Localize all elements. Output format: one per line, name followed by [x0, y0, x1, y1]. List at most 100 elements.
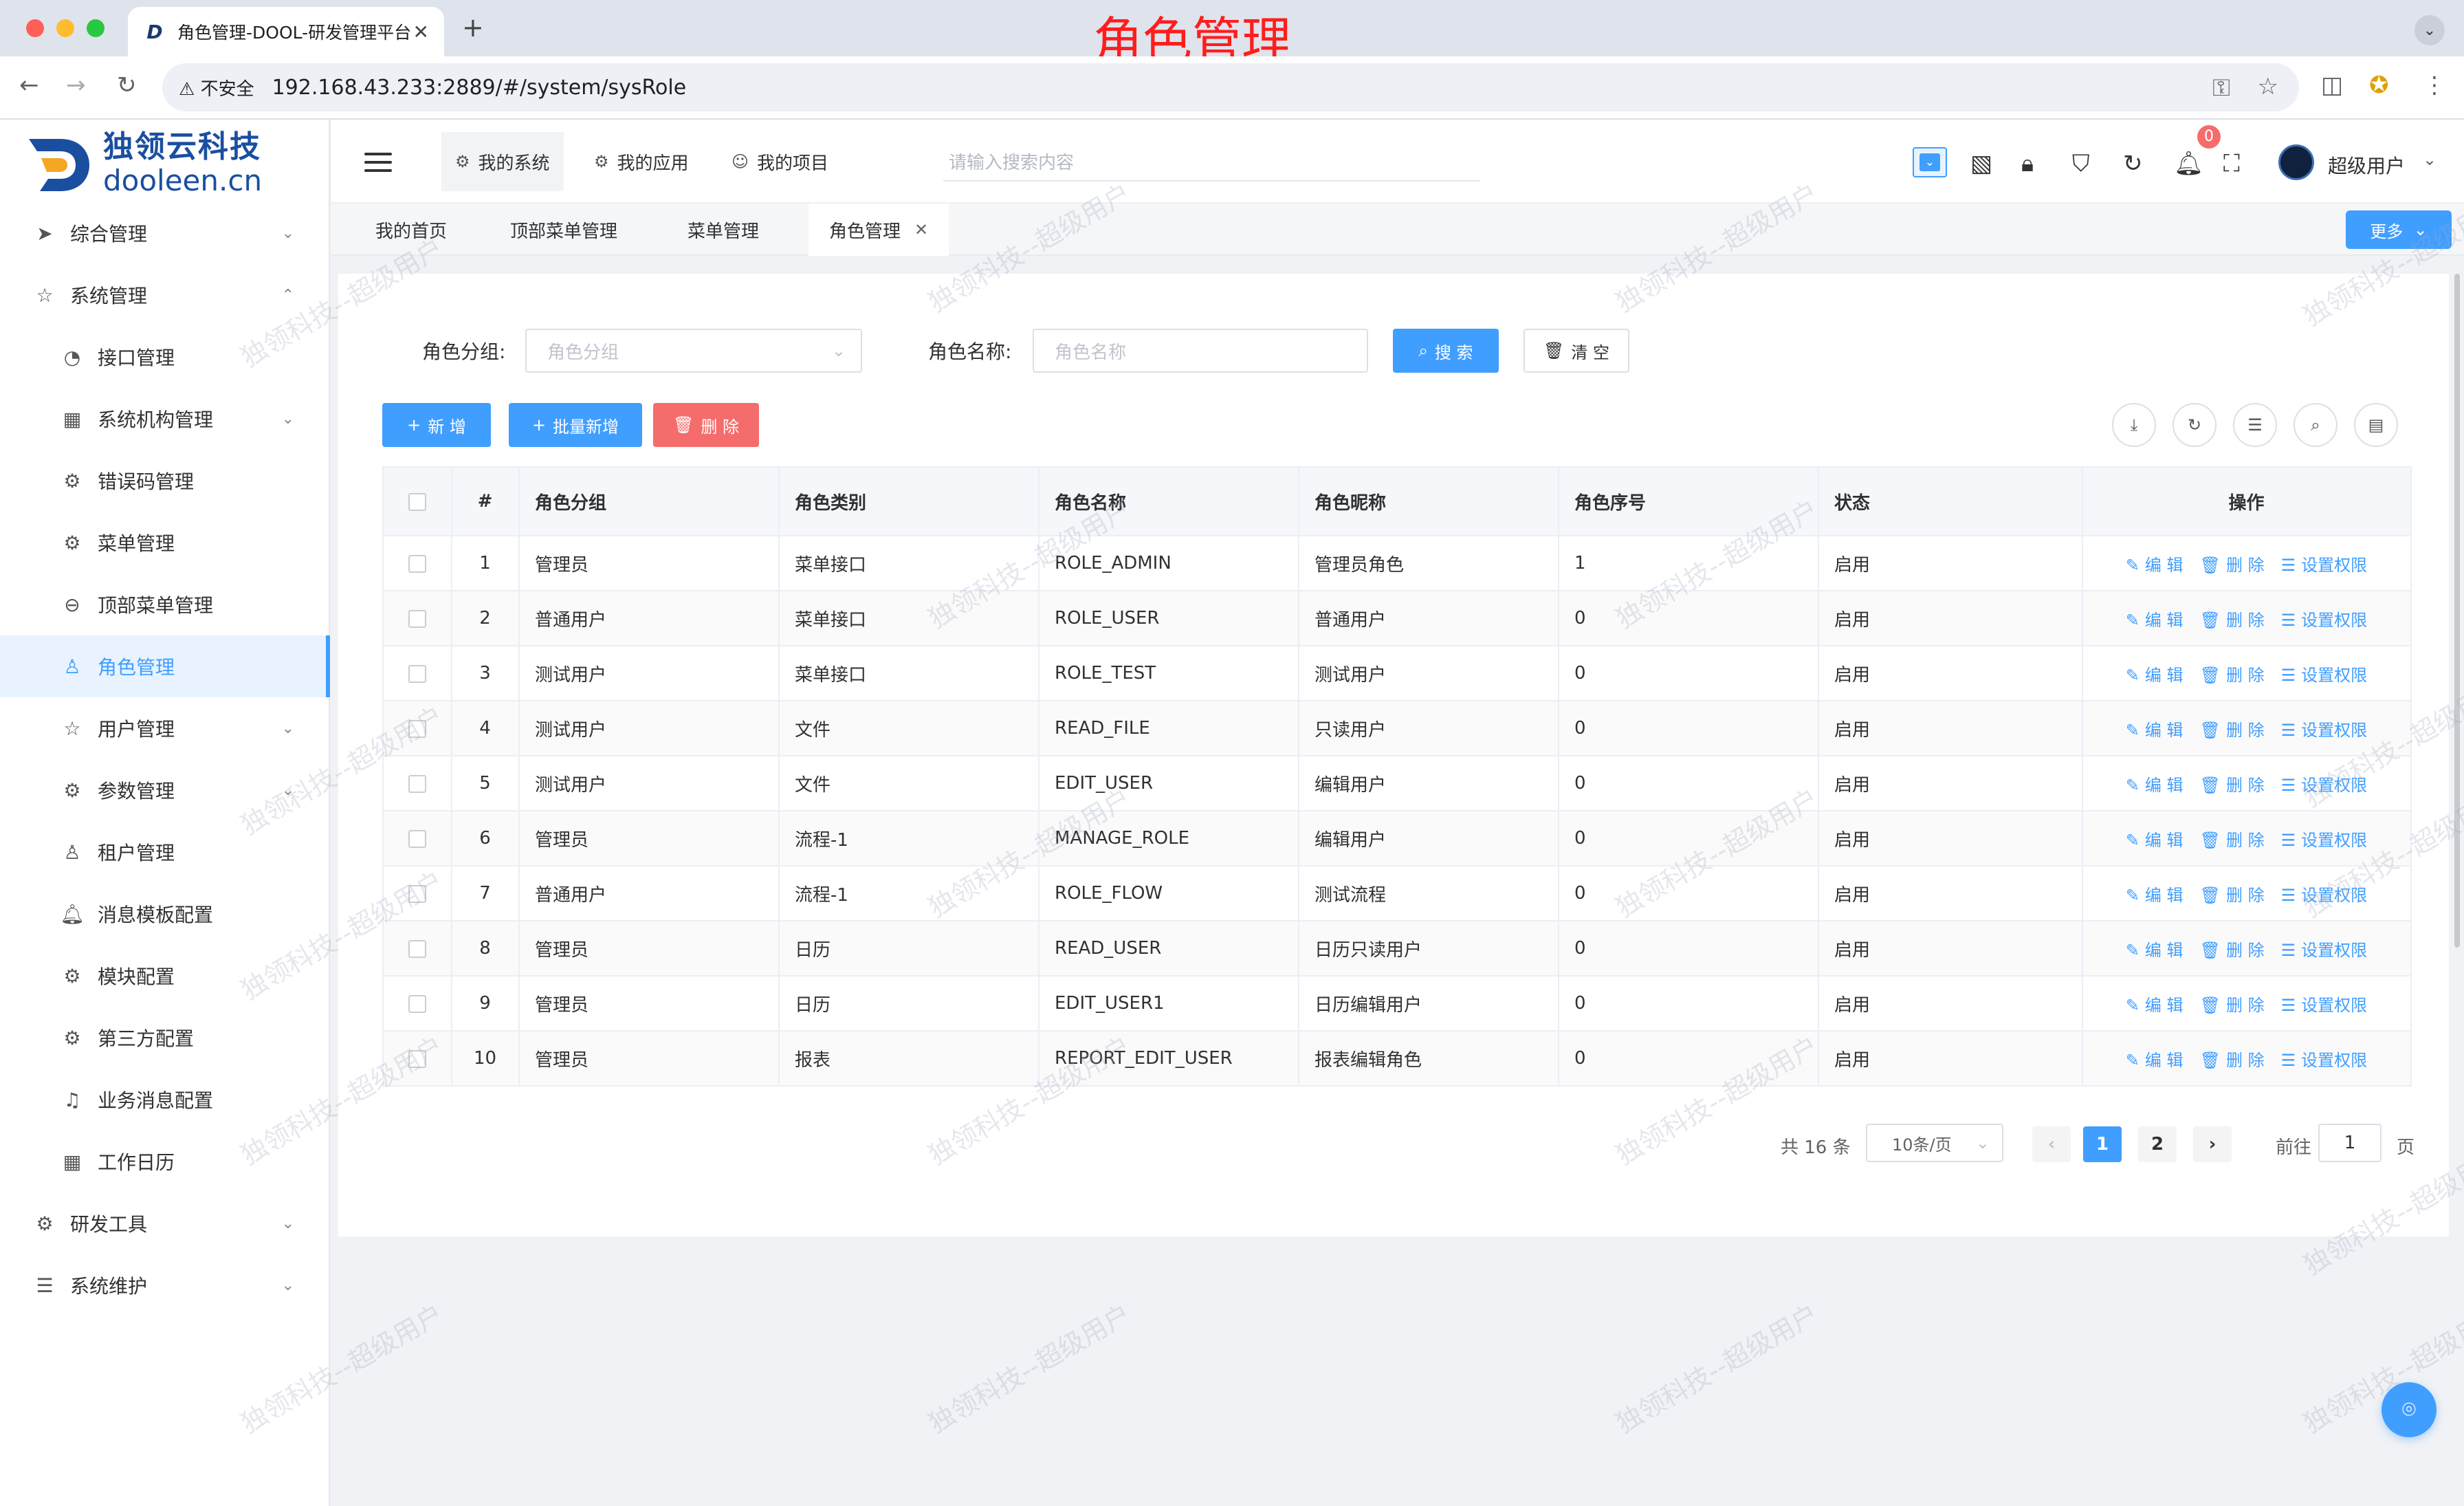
browser-tab-active[interactable]: D 角色管理-DOOL-研发管理平台 ✕	[128, 7, 444, 56]
reload-icon[interactable]: ↻	[117, 72, 137, 99]
download-icon[interactable]: ⤓	[2112, 403, 2156, 447]
role-name-input[interactable]: 角色名称	[1033, 329, 1368, 373]
hamburger-menu-icon[interactable]	[364, 153, 392, 177]
delete-link[interactable]: 🗑︎ 删 除	[2200, 776, 2265, 795]
select-all-checkbox[interactable]	[382, 466, 452, 536]
delete-button[interactable]: 🗑︎ 删 除	[653, 403, 759, 447]
role-group-select[interactable]: 角色分组 ⌄	[525, 329, 862, 373]
edit-link[interactable]: ✎ 编 辑	[2126, 611, 2184, 630]
edit-link[interactable]: ✎ 编 辑	[2126, 1051, 2184, 1070]
page-1-button[interactable]: 1	[2083, 1126, 2122, 1162]
sidebar-item[interactable]: 🔔︎ 消息模板配置	[0, 883, 330, 945]
set-permission-link[interactable]: ☰ 设置权限	[2281, 556, 2368, 575]
forward-icon[interactable]: →	[66, 72, 86, 99]
sidebar-item[interactable]: ♙ 角色管理	[0, 635, 330, 697]
close-tab-icon[interactable]: ✕	[413, 21, 429, 43]
chevron-down-icon[interactable]: ⌄	[2423, 150, 2436, 169]
set-permission-link[interactable]: ☰ 设置权限	[2281, 996, 2368, 1015]
set-permission-link[interactable]: ☰ 设置权限	[2281, 941, 2368, 960]
row-checkbox[interactable]	[382, 975, 452, 1032]
delete-link[interactable]: 🗑︎ 删 除	[2200, 831, 2265, 850]
row-checkbox[interactable]	[382, 700, 452, 756]
batch-add-button[interactable]: + 批量新增	[509, 403, 642, 447]
tab-my-apps[interactable]: ⚙ 我的应用	[580, 132, 703, 191]
page-size-select[interactable]: 10条/页 ⌄	[1866, 1124, 2003, 1162]
shirt-icon[interactable]: ⛉	[2072, 150, 2090, 177]
delete-link[interactable]: 🗑︎ 删 除	[2200, 721, 2265, 740]
delete-link[interactable]: 🗑︎ 删 除	[2200, 1051, 2265, 1070]
delete-link[interactable]: 🗑︎ 删 除	[2200, 941, 2265, 960]
clear-button[interactable]: 🗑︎ 清 空	[1524, 329, 1629, 373]
username[interactable]: 超级用户	[2328, 151, 2405, 179]
add-button[interactable]: + 新 增	[382, 403, 491, 447]
key-icon[interactable]: ⚿	[2212, 74, 2230, 102]
set-permission-link[interactable]: ☰ 设置权限	[2281, 721, 2368, 740]
tab-my-system[interactable]: ⚙ 我的系统	[441, 132, 564, 191]
avatar[interactable]	[2278, 144, 2314, 180]
delete-link[interactable]: 🗑︎ 删 除	[2200, 556, 2265, 575]
delete-link[interactable]: 🗑︎ 删 除	[2200, 611, 2265, 630]
next-page-icon[interactable]: ›	[2193, 1126, 2232, 1162]
bell-icon[interactable]: 🔔︎	[2174, 150, 2203, 177]
refresh-icon[interactable]: ↻	[2123, 150, 2143, 177]
set-permission-link[interactable]: ☰ 设置权限	[2281, 886, 2368, 905]
browser-menu-icon[interactable]: ⋮	[2423, 72, 2446, 99]
sidebar-item[interactable]: ▦ 系统机构管理 ⌄	[0, 388, 330, 450]
sidebar-item[interactable]: ♙ 租户管理	[0, 821, 330, 883]
set-permission-link[interactable]: ☰ 设置权限	[2281, 831, 2368, 850]
sidebar-item[interactable]: ⚙ 参数管理 ⌄	[0, 759, 330, 821]
delete-link[interactable]: 🗑︎ 删 除	[2200, 886, 2265, 905]
sidebar-item[interactable]: ☆ 系统管理 ⌃	[0, 264, 330, 326]
sidebar-item[interactable]: ➤ 综合管理 ⌄	[0, 202, 330, 264]
sidebar-toggle-icon[interactable]: ◫	[2321, 72, 2343, 99]
page-tab-role[interactable]: 角色管理 ✕	[808, 204, 949, 256]
sidebar-item[interactable]: ☆ 用户管理 ⌄	[0, 697, 330, 759]
sidebar-item[interactable]: ⚙ 研发工具 ⌄	[0, 1192, 330, 1254]
sidebar-item[interactable]: ☰ 系统维护 ⌄	[0, 1254, 330, 1316]
set-permission-link[interactable]: ☰ 设置权限	[2281, 611, 2368, 630]
url-field[interactable]: ⚠ 不安全 192.168.43.233:2889/#/system/sysRo…	[162, 63, 2299, 111]
delete-link[interactable]: 🗑︎ 删 除	[2200, 666, 2265, 685]
row-checkbox[interactable]	[382, 645, 452, 701]
row-checkbox[interactable]	[382, 755, 452, 811]
tab-search-chevron-icon[interactable]: ⌄	[2414, 15, 2445, 45]
tab-my-projects[interactable]: ☺ 我的项目	[718, 132, 842, 191]
bookmark-star-icon[interactable]: ☆	[2258, 73, 2278, 100]
lock-icon[interactable]: 🔒︎	[2021, 150, 2034, 177]
sidebar-item[interactable]: ⚙ 第三方配置	[0, 1007, 330, 1069]
sidebar-item[interactable]: ⚙ 模块配置	[0, 945, 330, 1007]
search-icon[interactable]: ⌕	[2294, 403, 2338, 447]
row-checkbox[interactable]	[382, 810, 452, 866]
edit-link[interactable]: ✎ 编 辑	[2126, 556, 2184, 575]
close-window-button[interactable]	[26, 19, 44, 37]
row-checkbox[interactable]	[382, 865, 452, 921]
edit-link[interactable]: ✎ 编 辑	[2126, 886, 2184, 905]
sidebar-item[interactable]: ⚙ 错误码管理	[0, 450, 330, 512]
columns-filter-icon[interactable]: ☰	[2233, 403, 2277, 447]
theme-select[interactable]: ⌄	[1913, 147, 1947, 177]
edit-link[interactable]: ✎ 编 辑	[2126, 776, 2184, 795]
new-tab-icon[interactable]: +	[462, 12, 484, 43]
sidebar-item[interactable]: ♫ 业务消息配置	[0, 1069, 330, 1131]
set-permission-link[interactable]: ☰ 设置权限	[2281, 666, 2368, 685]
delete-link[interactable]: 🗑︎ 删 除	[2200, 996, 2265, 1015]
row-checkbox[interactable]	[382, 535, 452, 591]
prev-page-icon[interactable]: ‹	[2032, 1126, 2071, 1162]
print-icon[interactable]: ▤	[2354, 403, 2398, 447]
sidebar-item[interactable]: ◔ 接口管理	[0, 326, 330, 388]
edit-link[interactable]: ✎ 编 辑	[2126, 721, 2184, 740]
minimize-window-button[interactable]	[56, 19, 74, 37]
refresh-icon[interactable]: ↻	[2172, 403, 2216, 447]
row-checkbox[interactable]	[382, 590, 452, 646]
more-tabs-button[interactable]: 更多 ⌄	[2346, 210, 2452, 249]
edit-link[interactable]: ✎ 编 辑	[2126, 666, 2184, 685]
edit-link[interactable]: ✎ 编 辑	[2126, 941, 2184, 960]
insecure-indicator[interactable]: ⚠ 不安全	[179, 75, 254, 100]
maximize-window-button[interactable]	[87, 19, 104, 37]
set-permission-link[interactable]: ☰ 设置权限	[2281, 1051, 2368, 1070]
row-checkbox[interactable]	[382, 920, 452, 976]
edit-link[interactable]: ✎ 编 辑	[2126, 831, 2184, 850]
page-2-button[interactable]: 2	[2138, 1126, 2177, 1162]
back-icon[interactable]: ←	[19, 72, 39, 99]
row-checkbox[interactable]	[382, 1030, 452, 1087]
